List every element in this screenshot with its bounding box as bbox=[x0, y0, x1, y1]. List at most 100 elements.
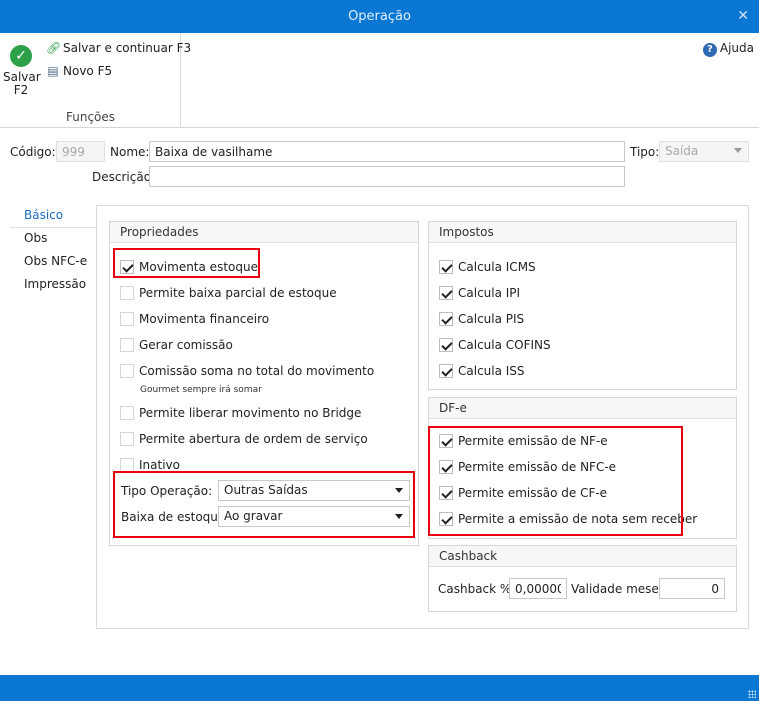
checkbox-movimenta-financeiro[interactable]: Movimenta financeiro bbox=[120, 310, 269, 328]
cashback-percent-field[interactable] bbox=[509, 578, 567, 599]
tab-obs[interactable]: Obs bbox=[10, 228, 96, 251]
checkbox-baixa-parcial[interactable]: Permite baixa parcial de estoque bbox=[120, 284, 337, 302]
validade-meses-field[interactable] bbox=[659, 578, 725, 599]
checkbox-label: Gerar comissão bbox=[139, 338, 233, 352]
new-document-icon: ▤ bbox=[47, 64, 59, 78]
title-bar: Operação ✕ bbox=[0, 0, 759, 33]
gourmet-note: Gourmet sempre irá somar bbox=[140, 385, 262, 395]
checkbox-label: Permite baixa parcial de estoque bbox=[139, 286, 337, 300]
checkbox-box bbox=[439, 485, 453, 500]
checkbox-nota-sem-receber[interactable]: Permite a emissão de nota sem receber bbox=[439, 510, 697, 528]
tab-basico[interactable]: Básico bbox=[10, 205, 96, 228]
group-cashback-header: Cashback bbox=[429, 546, 736, 567]
checkbox-box bbox=[120, 431, 134, 446]
baixa-estoque-value: Ao gravar bbox=[224, 509, 283, 523]
chevron-down-icon bbox=[395, 488, 403, 493]
checkbox-inativo[interactable]: Inativo bbox=[120, 456, 180, 474]
checkbox-label: Permite emissão de CF-e bbox=[458, 486, 608, 500]
checkbox-calcula-icms[interactable]: Calcula ICMS bbox=[439, 258, 536, 276]
help-icon: ? bbox=[702, 43, 717, 57]
checkbox-box bbox=[439, 511, 453, 526]
checkbox-box bbox=[439, 363, 453, 378]
checkbox-box bbox=[439, 285, 453, 300]
checkbox-box bbox=[439, 259, 453, 274]
ribbon-group-label: Funções bbox=[65, 110, 116, 124]
validade-meses-label: Validade meses: bbox=[571, 582, 670, 596]
close-icon[interactable]: ✕ bbox=[737, 0, 749, 33]
checkbox-ordem-servico[interactable]: Permite abertura de ordem de serviço bbox=[120, 430, 368, 448]
group-dfe-header: DF-e bbox=[429, 398, 736, 419]
ribbon: ✓ Salvar F2 🔗︎ Salvar e continuar F3 ▤ Nov… bbox=[0, 33, 759, 128]
group-propriedades: Propriedades Movimenta estoque Permite b… bbox=[109, 221, 419, 546]
checkbox-comissao-soma[interactable]: Comissão soma no total do movimento bbox=[120, 362, 374, 380]
checkbox-label: Inativo bbox=[139, 458, 180, 472]
baixa-estoque-label: Baixa de estoque: bbox=[121, 510, 230, 524]
checkbox-box bbox=[120, 405, 134, 420]
checkbox-label: Permite emissão de NFC-e bbox=[458, 460, 617, 474]
tipo-operacao-label: Tipo Operação: bbox=[121, 484, 213, 498]
checkbox-box bbox=[439, 459, 453, 474]
checkbox-box bbox=[439, 311, 453, 326]
save-button-shortcut: F2 bbox=[13, 83, 29, 97]
tabs-nav: Básico Obs Obs NFC-e Impressão bbox=[10, 205, 96, 297]
resize-grip-icon[interactable] bbox=[748, 690, 756, 698]
group-impostos: Impostos Calcula ICMS Calcula IPI Calcul… bbox=[428, 221, 737, 390]
tipo-label: Tipo: bbox=[630, 145, 660, 159]
tab-impressao[interactable]: Impressão bbox=[10, 274, 96, 297]
tipo-select[interactable]: Saída bbox=[659, 141, 749, 162]
checkbox-label: Movimenta financeiro bbox=[139, 312, 270, 326]
checkbox-calcula-pis[interactable]: Calcula PIS bbox=[439, 310, 524, 328]
new-label: Novo F5 bbox=[63, 64, 113, 78]
checkbox-label: Calcula COFINS bbox=[458, 338, 551, 352]
check-circle-icon: ✓ bbox=[10, 45, 32, 67]
codigo-label: Código: bbox=[10, 145, 56, 159]
checkbox-label: Calcula ISS bbox=[458, 364, 525, 378]
checkbox-label: Calcula ICMS bbox=[458, 260, 536, 274]
checkbox-movimenta-estoque[interactable]: Movimenta estoque bbox=[120, 258, 258, 276]
tab-obs-nfce[interactable]: Obs NFC-e bbox=[10, 251, 96, 274]
checkbox-box bbox=[120, 259, 134, 274]
checkbox-liberar-bridge[interactable]: Permite liberar movimento no Bridge bbox=[120, 404, 361, 422]
window-title: Operação bbox=[348, 9, 411, 24]
nome-field[interactable] bbox=[149, 141, 625, 162]
checkbox-emissao-cfe[interactable]: Permite emissão de CF-e bbox=[439, 484, 607, 502]
chevron-down-icon bbox=[395, 514, 403, 519]
checkbox-box bbox=[120, 457, 134, 472]
checkbox-box bbox=[120, 285, 134, 300]
save-button[interactable]: ✓ Salvar F2 bbox=[3, 41, 41, 97]
checkbox-calcula-iss[interactable]: Calcula ISS bbox=[439, 362, 525, 380]
ribbon-group-funcoes: ✓ Salvar F2 🔗︎ Salvar e continuar F3 ▤ Nov… bbox=[0, 33, 191, 128]
checkbox-box bbox=[439, 433, 453, 448]
status-bar bbox=[0, 675, 759, 701]
checkbox-box bbox=[120, 363, 134, 378]
save-continue-icon: 🔗︎ bbox=[46, 41, 62, 55]
descricao-field[interactable] bbox=[149, 166, 625, 187]
codigo-field[interactable] bbox=[56, 141, 105, 162]
new-button[interactable]: ▤ Novo F5 bbox=[46, 62, 112, 80]
help-label: Ajuda bbox=[719, 41, 754, 55]
checkbox-label: Comissão soma no total do movimento bbox=[139, 364, 375, 378]
checkbox-label: Permite emissão de NF-e bbox=[458, 434, 608, 448]
checkbox-label: Permite abertura de ordem de serviço bbox=[139, 432, 368, 446]
checkbox-emissao-nfce[interactable]: Permite emissão de NFC-e bbox=[439, 458, 616, 476]
descricao-label: Descrição: bbox=[92, 170, 156, 184]
checkbox-gerar-comissao[interactable]: Gerar comissão bbox=[120, 336, 233, 354]
nome-label: Nome: bbox=[110, 145, 150, 159]
checkbox-calcula-cofins[interactable]: Calcula COFINS bbox=[439, 336, 551, 354]
group-cashback: Cashback Cashback %: Validade meses: bbox=[428, 545, 737, 612]
checkbox-label: Movimenta estoque bbox=[139, 260, 258, 274]
cashback-percent-label: Cashback %: bbox=[438, 582, 516, 596]
save-continue-button[interactable]: 🔗︎ Salvar e continuar F3 bbox=[46, 39, 191, 57]
help-button[interactable]: ? Ajuda bbox=[702, 41, 754, 57]
tipo-operacao-select[interactable]: Outras Saídas bbox=[218, 480, 410, 501]
checkbox-label: Permite a emissão de nota sem receber bbox=[458, 512, 698, 526]
checkbox-calcula-ipi[interactable]: Calcula IPI bbox=[439, 284, 520, 302]
group-impostos-header: Impostos bbox=[429, 222, 736, 243]
checkbox-box bbox=[439, 337, 453, 352]
save-continue-label: Salvar e continuar F3 bbox=[63, 41, 192, 55]
group-dfe: DF-e Permite emissão de NF-e Permite emi… bbox=[428, 397, 737, 539]
checkbox-emissao-nfe[interactable]: Permite emissão de NF-e bbox=[439, 432, 608, 450]
checkbox-box bbox=[120, 337, 134, 352]
checkbox-box bbox=[120, 311, 134, 326]
baixa-estoque-select[interactable]: Ao gravar bbox=[218, 506, 410, 527]
